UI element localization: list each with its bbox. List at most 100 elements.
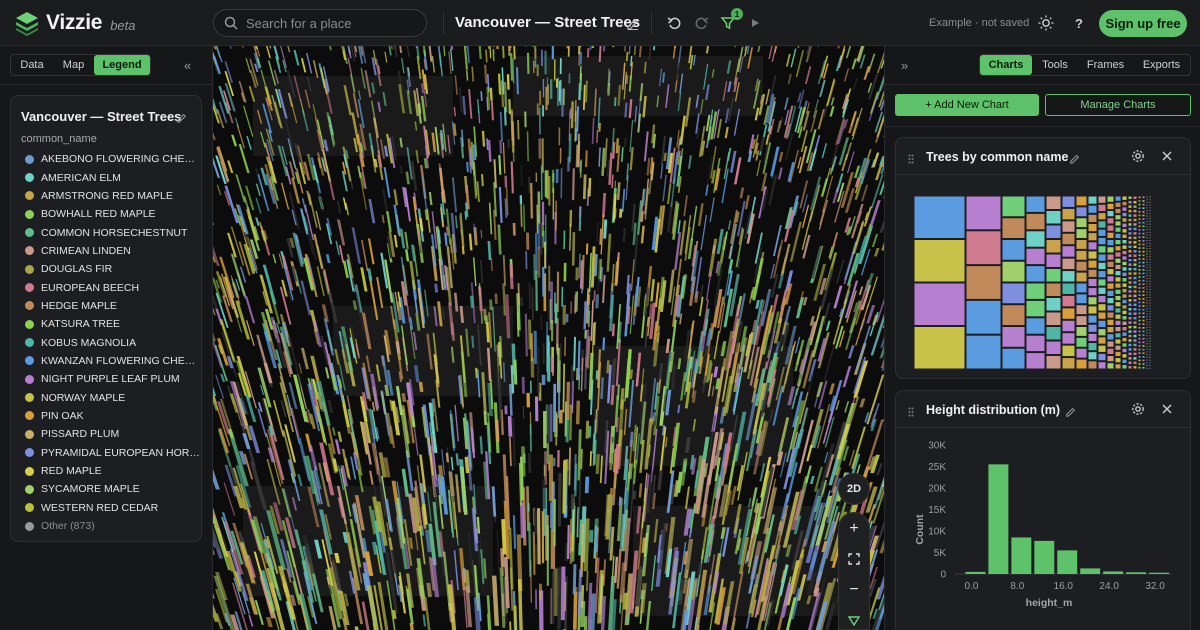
treemap-cell bbox=[1122, 196, 1127, 200]
help-icon[interactable]: ? bbox=[1070, 14, 1088, 32]
legend-item-label: ARMSTRONG RED MAPLE bbox=[41, 189, 173, 202]
treemap-cell bbox=[1122, 305, 1127, 309]
theme-toggle-icon[interactable] bbox=[1037, 14, 1055, 32]
legend-item[interactable]: DOUGLAS FIR bbox=[25, 260, 201, 278]
treemap-cell bbox=[1146, 210, 1148, 212]
legend-item-other[interactable]: Other (873) bbox=[25, 517, 201, 535]
edit-chart-title-icon[interactable] bbox=[1069, 151, 1080, 169]
document-title[interactable]: Vancouver — Street Trees bbox=[455, 14, 640, 31]
treemap-cell bbox=[1133, 321, 1137, 324]
treemap-cell bbox=[1142, 200, 1145, 202]
divider bbox=[885, 126, 1200, 127]
chart-settings-icon[interactable] bbox=[1131, 149, 1145, 168]
treemap-cell bbox=[1128, 325, 1132, 329]
treemap-cell bbox=[1146, 321, 1148, 323]
treemap-cell bbox=[1122, 327, 1127, 331]
treemap-cell bbox=[1133, 200, 1137, 204]
legend-item[interactable]: CRIMEAN LINDEN bbox=[25, 242, 201, 260]
treemap-cell bbox=[1088, 352, 1097, 360]
histogram-bar bbox=[1103, 571, 1124, 574]
legend-item[interactable]: KATSURA TREE bbox=[25, 315, 201, 333]
treemap-cell bbox=[1138, 221, 1141, 224]
manage-charts-button[interactable]: Manage Charts bbox=[1045, 94, 1191, 116]
treemap-cell bbox=[1115, 264, 1121, 270]
treemap-cell bbox=[1062, 221, 1075, 232]
map-view[interactable]: 2D + − bbox=[213, 46, 884, 630]
treemap-cell bbox=[1128, 294, 1132, 298]
treemap-cell bbox=[1088, 297, 1097, 305]
legend-item[interactable]: PISSARD PLUM bbox=[25, 425, 201, 443]
search-box[interactable] bbox=[213, 9, 427, 37]
2d-toggle-button[interactable]: 2D bbox=[838, 473, 870, 505]
add-new-chart-button[interactable]: + Add New Chart bbox=[895, 94, 1039, 116]
legend-item[interactable]: NORWAY MAPLE bbox=[25, 388, 201, 406]
legend-item[interactable]: COMMON HORSECHESTNUT bbox=[25, 223, 201, 241]
redo-icon[interactable] bbox=[692, 14, 710, 32]
treemap-cell bbox=[1133, 299, 1137, 302]
legend-item[interactable]: PIN OAK bbox=[25, 407, 201, 425]
tree-extrusions bbox=[213, 46, 884, 630]
treemap-plot[interactable] bbox=[896, 178, 1191, 378]
legend-item[interactable]: KWANZAN FLOWERING CHE… bbox=[25, 352, 201, 370]
edit-chart-title-icon[interactable] bbox=[1065, 404, 1076, 422]
undo-icon[interactable] bbox=[665, 14, 683, 32]
drag-handle-icon[interactable] bbox=[908, 151, 914, 169]
left-tabs: Data Map Legend bbox=[10, 54, 151, 76]
legend-item[interactable]: AMERICAN ELM bbox=[25, 168, 201, 186]
legend-item[interactable]: EUROPEAN BEECH bbox=[25, 278, 201, 296]
treemap-cell bbox=[1149, 218, 1151, 220]
legend-item[interactable]: AKEBONO FLOWERING CHE… bbox=[25, 150, 201, 168]
treemap-cell bbox=[1149, 367, 1151, 369]
close-chart-icon[interactable] bbox=[1161, 402, 1173, 420]
legend-item[interactable]: BOWHALL RED MAPLE bbox=[25, 205, 201, 223]
compass-icon[interactable] bbox=[839, 606, 869, 630]
collapse-left-panel-icon[interactable]: « bbox=[184, 58, 191, 73]
histogram-bar bbox=[1149, 572, 1169, 574]
legend-swatch bbox=[25, 191, 34, 201]
chart-settings-icon[interactable] bbox=[1131, 402, 1145, 421]
treemap-cell bbox=[1062, 333, 1075, 344]
legend-item[interactable]: HEDGE MAPLE bbox=[25, 297, 201, 315]
tab-tools[interactable]: Tools bbox=[1032, 55, 1078, 75]
edit-title-icon[interactable] bbox=[623, 14, 641, 32]
treemap-cell bbox=[1128, 343, 1132, 347]
sign-up-button[interactable]: Sign up free bbox=[1099, 10, 1187, 37]
tab-charts[interactable]: Charts bbox=[980, 55, 1032, 75]
treemap-cell bbox=[1128, 250, 1132, 253]
search-input[interactable] bbox=[246, 15, 416, 31]
legend-item[interactable]: SYCAMORE MAPLE bbox=[25, 480, 201, 498]
legend-item[interactable]: KOBUS MAGNOLIA bbox=[25, 333, 201, 351]
legend-item[interactable]: PYRAMIDAL EUROPEAN HOR… bbox=[25, 444, 201, 462]
tab-map[interactable]: Map bbox=[53, 55, 94, 75]
tab-legend[interactable]: Legend bbox=[94, 55, 150, 75]
treemap-cell bbox=[914, 240, 965, 282]
legend-item[interactable]: NIGHT PURPLE LEAF PLUM bbox=[25, 370, 201, 388]
treemap-cell bbox=[1122, 354, 1127, 358]
tab-exports[interactable]: Exports bbox=[1133, 55, 1190, 75]
play-icon[interactable] bbox=[746, 14, 764, 32]
close-chart-icon[interactable] bbox=[1161, 149, 1173, 167]
treemap-cell bbox=[1122, 250, 1127, 255]
tab-data[interactable]: Data bbox=[11, 55, 53, 75]
fullscreen-icon[interactable] bbox=[839, 544, 869, 574]
zoom-out-icon[interactable]: − bbox=[839, 575, 869, 605]
treemap-cell bbox=[1133, 316, 1137, 320]
expand-right-panel-icon[interactable]: » bbox=[901, 58, 908, 73]
treemap-cell bbox=[1138, 319, 1141, 322]
treemap-cell bbox=[1128, 312, 1132, 315]
treemap-cell bbox=[1138, 272, 1141, 275]
legend-swatch bbox=[25, 264, 34, 274]
legend-item[interactable]: RED MAPLE bbox=[25, 462, 201, 480]
legend-item[interactable]: WESTERN RED CEDAR bbox=[25, 499, 201, 517]
tab-frames[interactable]: Frames bbox=[1078, 55, 1133, 75]
histogram-plot[interactable]: 0 5K 10K 15K 20K 25K 30K 0.0 8.0 16.0 24.0 32.0 heig… bbox=[896, 431, 1191, 621]
logo[interactable]: Vizzie beta bbox=[14, 10, 136, 36]
zoom-in-icon[interactable]: + bbox=[839, 514, 869, 544]
treemap-cell bbox=[1149, 204, 1151, 206]
legend-item[interactable]: ARMSTRONG RED MAPLE bbox=[25, 187, 201, 205]
treemap-cell bbox=[1149, 302, 1151, 304]
treemap-cell bbox=[1142, 345, 1145, 347]
edit-legend-icon[interactable] bbox=[176, 110, 187, 128]
treemap-cell bbox=[1138, 207, 1141, 209]
drag-handle-icon[interactable] bbox=[908, 404, 914, 422]
